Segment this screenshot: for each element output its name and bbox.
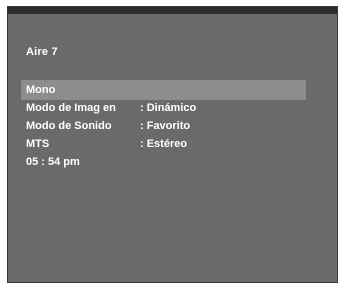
tv-screen: Aire 7 Mono Modo de Imag en : Dinámico Mo… xyxy=(7,6,338,283)
mts-row: MTS : Estéreo xyxy=(26,136,187,152)
picture-mode-value: : Dinámico xyxy=(140,102,197,114)
audio-mode-row: Mono xyxy=(26,82,55,98)
mts-value: : Estéreo xyxy=(140,138,188,150)
picture-mode-row: Modo de Imag en : Dinámico xyxy=(26,100,196,116)
sound-mode-value: : Favorito xyxy=(140,120,191,132)
selected-row-highlight xyxy=(21,80,306,100)
sound-mode-label: Modo de Sonido xyxy=(26,120,112,132)
sound-mode-row: Modo de Sonido : Favorito xyxy=(26,118,190,134)
screen-top-bezel xyxy=(8,7,337,14)
audio-mode-label: Mono xyxy=(26,84,56,96)
mts-label: MTS xyxy=(26,138,50,150)
on-screen-display: Aire 7 Mono Modo de Imag en : Dinámico Mo… xyxy=(8,14,337,282)
clock-time: 05 : 54 pm xyxy=(26,156,80,168)
channel-label: Aire 7 xyxy=(26,46,58,58)
clock-row: 05 : 54 pm xyxy=(26,154,80,170)
picture-mode-label: Modo de Imag en xyxy=(26,102,116,114)
